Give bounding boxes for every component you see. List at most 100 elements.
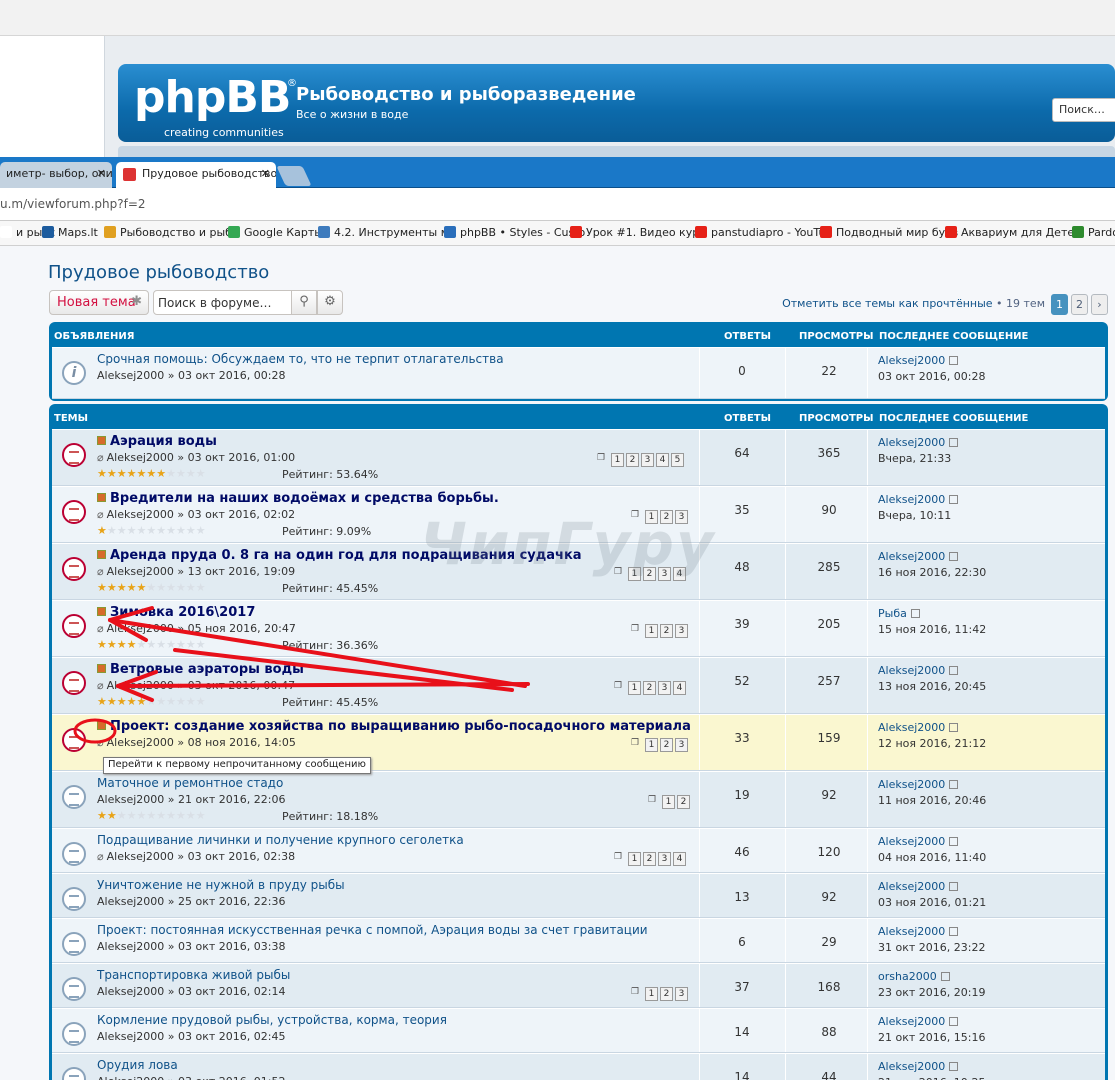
topic-page-link[interactable]: 2 [677,794,690,809]
topic-page-link[interactable]: 3 [658,680,671,695]
topic-page-link[interactable]: 1 [662,794,675,809]
bookmark-item[interactable]: Google Карты [228,226,323,239]
last-post-author[interactable]: Aleksej2000 [878,1015,945,1028]
bookmark-item[interactable]: Аквариум для Детей [945,226,1081,239]
topic-row[interactable]: Маточное и ремонтное стадо Aleksej2000 » … [52,771,1105,828]
new-post-icon[interactable] [97,721,106,730]
topic-page-link[interactable]: 1 [628,680,641,695]
site-title[interactable]: Рыбоводство и рыборазведение [296,84,636,105]
view-latest-post-icon[interactable] [949,438,959,447]
bookmark-item[interactable]: phpBB • Styles - Custo [444,226,585,239]
topic-row[interactable]: Аэрация воды ⌀ Aleksej2000 » 03 окт 2016, … [52,429,1105,486]
topic-title-link[interactable]: Кормление прудовой рыбы, устройства, кор… [97,1013,447,1027]
phpbb-logo[interactable]: phpBB ® creating communities [134,74,297,140]
last-post-author[interactable]: Aleksej2000 [878,835,945,848]
topic-page-link[interactable]: 2 [626,452,639,467]
last-post-author[interactable]: Aleksej2000 [878,721,945,734]
header-search-input[interactable]: Поиск… [1052,98,1115,122]
topic-title-link[interactable]: Зимовка 2016\2017 [97,605,255,620]
topic-title-link[interactable]: Вредители на наших водоёмах и средства б… [97,491,499,506]
new-post-icon[interactable] [97,607,106,616]
new-post-icon[interactable] [97,436,106,445]
mark-all-read-link[interactable]: Отметить все темы как прочтённые [782,297,992,310]
pagination-page-2[interactable]: 2 [1071,294,1088,315]
topic-page-link[interactable]: 2 [660,986,673,1001]
topic-page-link[interactable]: 2 [660,623,673,638]
topic-title-link[interactable]: Подращивание личинки и получение крупног… [97,833,464,847]
topic-page-link[interactable]: 3 [675,737,688,752]
topic-title-link[interactable]: Уничтожение не нужной в пруду рыбы [97,878,345,892]
topic-page-link[interactable]: 5 [671,452,684,467]
topic-page-link[interactable]: 1 [611,452,624,467]
last-post-author[interactable]: Aleksej2000 [878,1060,945,1073]
topic-page-link[interactable]: 1 [645,986,658,1001]
topic-page-link[interactable]: 2 [643,851,656,866]
bookmark-item[interactable]: Подводный мир букв [820,226,958,239]
view-latest-post-icon[interactable] [949,780,959,789]
view-latest-post-icon[interactable] [949,1062,959,1071]
topic-title-link[interactable]: Аэрация воды [97,434,217,449]
last-post-author[interactable]: Рыба [878,607,907,620]
view-latest-post-icon[interactable] [910,609,920,618]
forum-title[interactable]: Прудовое рыбоводство [48,262,269,283]
bookmark-item[interactable]: panstudiapro - YouTu [695,226,825,239]
last-post-author[interactable]: orsha2000 [878,970,937,983]
pagination-page-1[interactable]: 1 [1051,294,1068,315]
url-text[interactable]: u.m/viewforum.php?f=2 [0,197,146,211]
announcement-row[interactable]: i Срочная помощь: Обсуждаем то, что не те… [52,347,1105,399]
address-bar[interactable]: u.m/viewforum.php?f=2 [0,188,1115,221]
topic-title-link[interactable]: Орудия лова [97,1058,178,1072]
topic-row[interactable]: Орудия лова Aleksej2000 » 03 окт 2016, 01… [52,1053,1105,1080]
last-post-author[interactable]: Aleksej2000 [878,436,945,449]
topic-page-link[interactable]: 4 [656,452,669,467]
topic-page-link[interactable]: 2 [643,680,656,695]
view-latest-post-icon[interactable] [949,723,959,732]
bookmark-item[interactable]: Рыбоводство и рыбо [104,226,239,239]
topic-row[interactable]: Ветровые аэраторы воды ⌀ Aleksej2000 » 03 … [52,657,1105,714]
topic-row[interactable]: Транспортировка живой рыбы Aleksej2000 » … [52,963,1105,1008]
view-latest-post-icon[interactable] [949,927,959,936]
last-post-author[interactable]: Aleksej2000 [878,664,945,677]
topic-title-link[interactable]: Проект: постоянная искусственная речка с… [97,923,648,937]
topic-page-link[interactable]: 3 [675,623,688,638]
advanced-search-button[interactable]: ⚙ [317,290,343,315]
forum-search-input[interactable]: Поиск в форуме… [153,290,292,315]
topic-row[interactable]: Уничтожение не нужной в пруду рыбы Alekse… [52,873,1105,918]
new-post-icon[interactable] [97,550,106,559]
view-latest-post-icon[interactable] [940,972,950,981]
topic-page-link[interactable]: 3 [675,986,688,1001]
browser-tab-active[interactable]: Прудовое рыбоводство ✕ [116,162,276,188]
view-latest-post-icon[interactable] [949,356,959,365]
last-post-author[interactable]: Aleksej2000 [878,925,945,938]
close-icon[interactable]: ✕ [97,167,106,180]
topic-row[interactable]: Проект: постоянная искусственная речка с… [52,918,1105,963]
search-button[interactable]: ⚲ [291,290,317,315]
topic-page-link[interactable]: 3 [641,452,654,467]
bookmark-item[interactable]: Pardo [1072,226,1115,239]
close-icon[interactable]: ✕ [261,167,270,180]
bookmark-item[interactable]: 4.2. Инструменты мо [318,226,456,239]
topic-page-link[interactable]: 1 [645,737,658,752]
browser-tab[interactable]: иметр- выбор, опис ✕ [0,162,112,188]
last-post-author[interactable]: Aleksej2000 [878,778,945,791]
view-latest-post-icon[interactable] [949,882,959,891]
bookmark-item[interactable]: Урок #1. Видео курс [570,226,705,239]
topic-page-link[interactable]: 4 [673,851,686,866]
new-topic-button[interactable]: Новая тема ✱ [49,290,149,315]
view-latest-post-icon[interactable] [949,837,959,846]
last-post-author[interactable]: Aleksej2000 [878,493,945,506]
last-post-author[interactable]: Aleksej2000 [878,550,945,563]
view-latest-post-icon[interactable] [949,495,959,504]
view-latest-post-icon[interactable] [949,666,959,675]
new-tab-button[interactable] [276,166,312,186]
view-latest-post-icon[interactable] [949,1017,959,1026]
last-post-author[interactable]: Aleksej2000 [878,354,945,367]
topic-page-link[interactable]: 3 [658,851,671,866]
new-post-icon[interactable] [97,664,106,673]
topic-page-link[interactable]: 4 [673,680,686,695]
topic-page-link[interactable]: 1 [628,851,641,866]
topic-row[interactable]: Кормление прудовой рыбы, устройства, кор… [52,1008,1105,1053]
topic-title-link[interactable]: Транспортировка живой рыбы [97,968,290,982]
topic-title-link[interactable]: Ветровые аэраторы воды [97,662,304,677]
topic-page-link[interactable]: 2 [660,737,673,752]
